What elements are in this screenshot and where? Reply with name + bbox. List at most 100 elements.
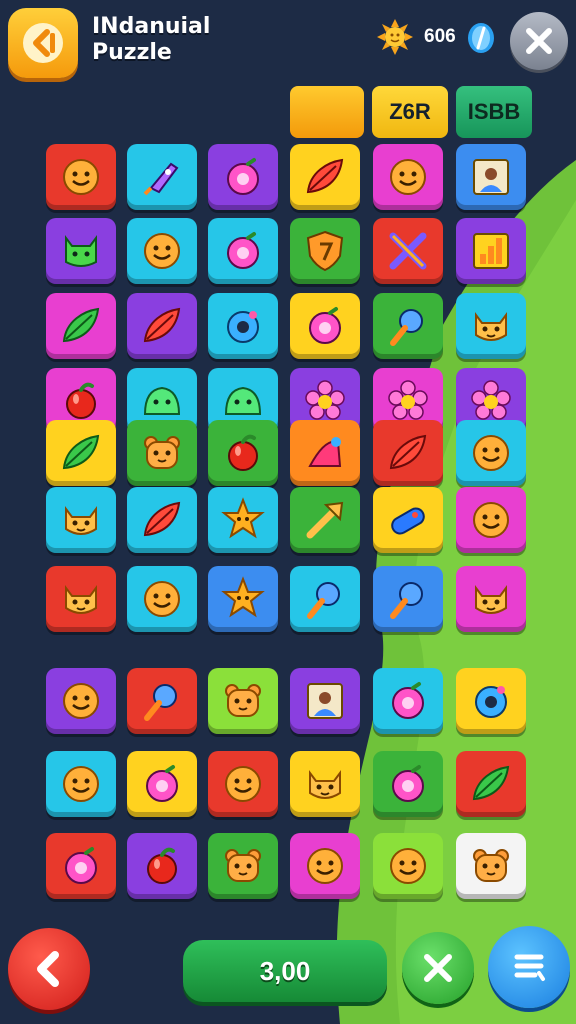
leaf-red-icon bbox=[306, 158, 344, 194]
donut-icon bbox=[227, 311, 259, 343]
tile-r7-c6[interactable] bbox=[456, 566, 526, 632]
tile-r8-c2[interactable] bbox=[127, 668, 197, 734]
tile-r1-c4[interactable] bbox=[290, 144, 360, 210]
chevron-left-icon bbox=[37, 951, 59, 987]
tile-r7-c2[interactable] bbox=[127, 566, 197, 632]
smiley-icon bbox=[63, 683, 99, 719]
cat-icon bbox=[475, 585, 507, 614]
tile-r3-c5[interactable] bbox=[373, 293, 443, 359]
shield-icon bbox=[306, 230, 344, 272]
orb-icon bbox=[65, 847, 97, 884]
tile-r1-c1[interactable] bbox=[46, 144, 116, 210]
tile-r6-c4[interactable] bbox=[290, 487, 360, 553]
tile-r9-c4[interactable] bbox=[290, 751, 360, 817]
close-button[interactable] bbox=[510, 12, 568, 70]
tile-r5-c1[interactable] bbox=[46, 420, 116, 486]
tile-r8-c5[interactable] bbox=[373, 668, 443, 734]
flower-icon bbox=[388, 380, 428, 420]
tile-r10-c6[interactable] bbox=[456, 833, 526, 899]
tab-isbb[interactable]: ISBB bbox=[456, 86, 532, 138]
bottom-back-button[interactable] bbox=[8, 928, 90, 1010]
cancel-button[interactable] bbox=[402, 932, 474, 1004]
tile-r5-c6[interactable] bbox=[456, 420, 526, 486]
smiley-icon bbox=[63, 766, 99, 802]
tile-r10-c2[interactable] bbox=[127, 833, 197, 899]
tile-r2-c6[interactable] bbox=[456, 218, 526, 284]
menu-icon bbox=[514, 954, 545, 981]
tile-r9-c2[interactable] bbox=[127, 751, 197, 817]
title-line-2: Puzzle bbox=[92, 40, 172, 65]
orb-icon bbox=[392, 765, 424, 802]
tile-r10-c3[interactable] bbox=[208, 833, 278, 899]
tab-z6r[interactable]: Z6R bbox=[372, 86, 448, 138]
tile-r2-c4[interactable] bbox=[290, 218, 360, 284]
tile-r2-c1[interactable] bbox=[46, 218, 116, 284]
game-title: INdanuial Puzzle bbox=[92, 14, 210, 66]
tile-r3-c3[interactable] bbox=[208, 293, 278, 359]
tile-r2-c2[interactable] bbox=[127, 218, 197, 284]
tile-r8-c1[interactable] bbox=[46, 668, 116, 734]
tile-r7-c3[interactable] bbox=[208, 566, 278, 632]
tile-r9-c3[interactable] bbox=[208, 751, 278, 817]
pin-icon bbox=[390, 309, 423, 346]
tile-r1-c3[interactable] bbox=[208, 144, 278, 210]
slime-icon bbox=[224, 386, 262, 415]
tile-r5-c5[interactable] bbox=[373, 420, 443, 486]
tile-r3-c1[interactable] bbox=[46, 293, 116, 359]
tile-r5-c4[interactable] bbox=[290, 420, 360, 486]
orb-icon bbox=[227, 158, 259, 195]
gem-icon bbox=[468, 23, 494, 53]
tab-1[interactable] bbox=[290, 86, 364, 138]
close-icon bbox=[424, 954, 452, 982]
smiley-icon bbox=[144, 233, 180, 269]
bear-icon bbox=[225, 684, 261, 717]
tile-r9-c6[interactable] bbox=[456, 751, 526, 817]
pin-icon bbox=[307, 582, 340, 619]
slime-icon bbox=[143, 386, 181, 415]
tile-r1-c2[interactable] bbox=[127, 144, 197, 210]
tile-r10-c5[interactable] bbox=[373, 833, 443, 899]
apple-icon bbox=[147, 847, 177, 884]
tile-r3-c2[interactable] bbox=[127, 293, 197, 359]
tile-r7-c4[interactable] bbox=[290, 566, 360, 632]
star-icon bbox=[221, 497, 265, 539]
cat-icon bbox=[65, 506, 97, 535]
tile-r6-c5[interactable] bbox=[373, 487, 443, 553]
pin-icon bbox=[390, 582, 423, 619]
leaf-red-icon bbox=[143, 307, 181, 343]
cat-icon bbox=[65, 585, 97, 614]
back-button[interactable] bbox=[8, 8, 78, 78]
menu-button[interactable] bbox=[488, 926, 570, 1008]
flower-icon bbox=[305, 380, 345, 420]
tile-r9-c1[interactable] bbox=[46, 751, 116, 817]
tile-r8-c4[interactable] bbox=[290, 668, 360, 734]
tile-r9-c5[interactable] bbox=[373, 751, 443, 817]
tile-r5-c3[interactable] bbox=[208, 420, 278, 486]
tile-r6-c6[interactable] bbox=[456, 487, 526, 553]
tile-r8-c6[interactable] bbox=[456, 668, 526, 734]
donut-icon bbox=[475, 686, 507, 718]
title-line-1: INdanuial bbox=[92, 14, 211, 39]
star-icon bbox=[221, 576, 265, 618]
tile-r10-c1[interactable] bbox=[46, 833, 116, 899]
tile-r5-c2[interactable] bbox=[127, 420, 197, 486]
tile-r2-c3[interactable] bbox=[208, 218, 278, 284]
tile-r8-c3[interactable] bbox=[208, 668, 278, 734]
leaf-icon bbox=[472, 765, 510, 801]
tile-r3-c4[interactable] bbox=[290, 293, 360, 359]
smiley-icon bbox=[307, 848, 343, 884]
tile-r1-c5[interactable] bbox=[373, 144, 443, 210]
tile-r3-c6[interactable] bbox=[456, 293, 526, 359]
tile-r6-c2[interactable] bbox=[127, 487, 197, 553]
tile-r7-c1[interactable] bbox=[46, 566, 116, 632]
pill-icon bbox=[391, 507, 425, 535]
tile-r6-c1[interactable] bbox=[46, 487, 116, 553]
leaf-red-icon bbox=[389, 434, 427, 470]
picture-icon bbox=[307, 683, 343, 719]
tile-r1-c6[interactable] bbox=[456, 144, 526, 210]
tile-r10-c4[interactable] bbox=[290, 833, 360, 899]
tile-r6-c3[interactable] bbox=[208, 487, 278, 553]
bear-icon bbox=[225, 849, 261, 882]
tile-r2-c5[interactable] bbox=[373, 218, 443, 284]
tile-r7-c5[interactable] bbox=[373, 566, 443, 632]
